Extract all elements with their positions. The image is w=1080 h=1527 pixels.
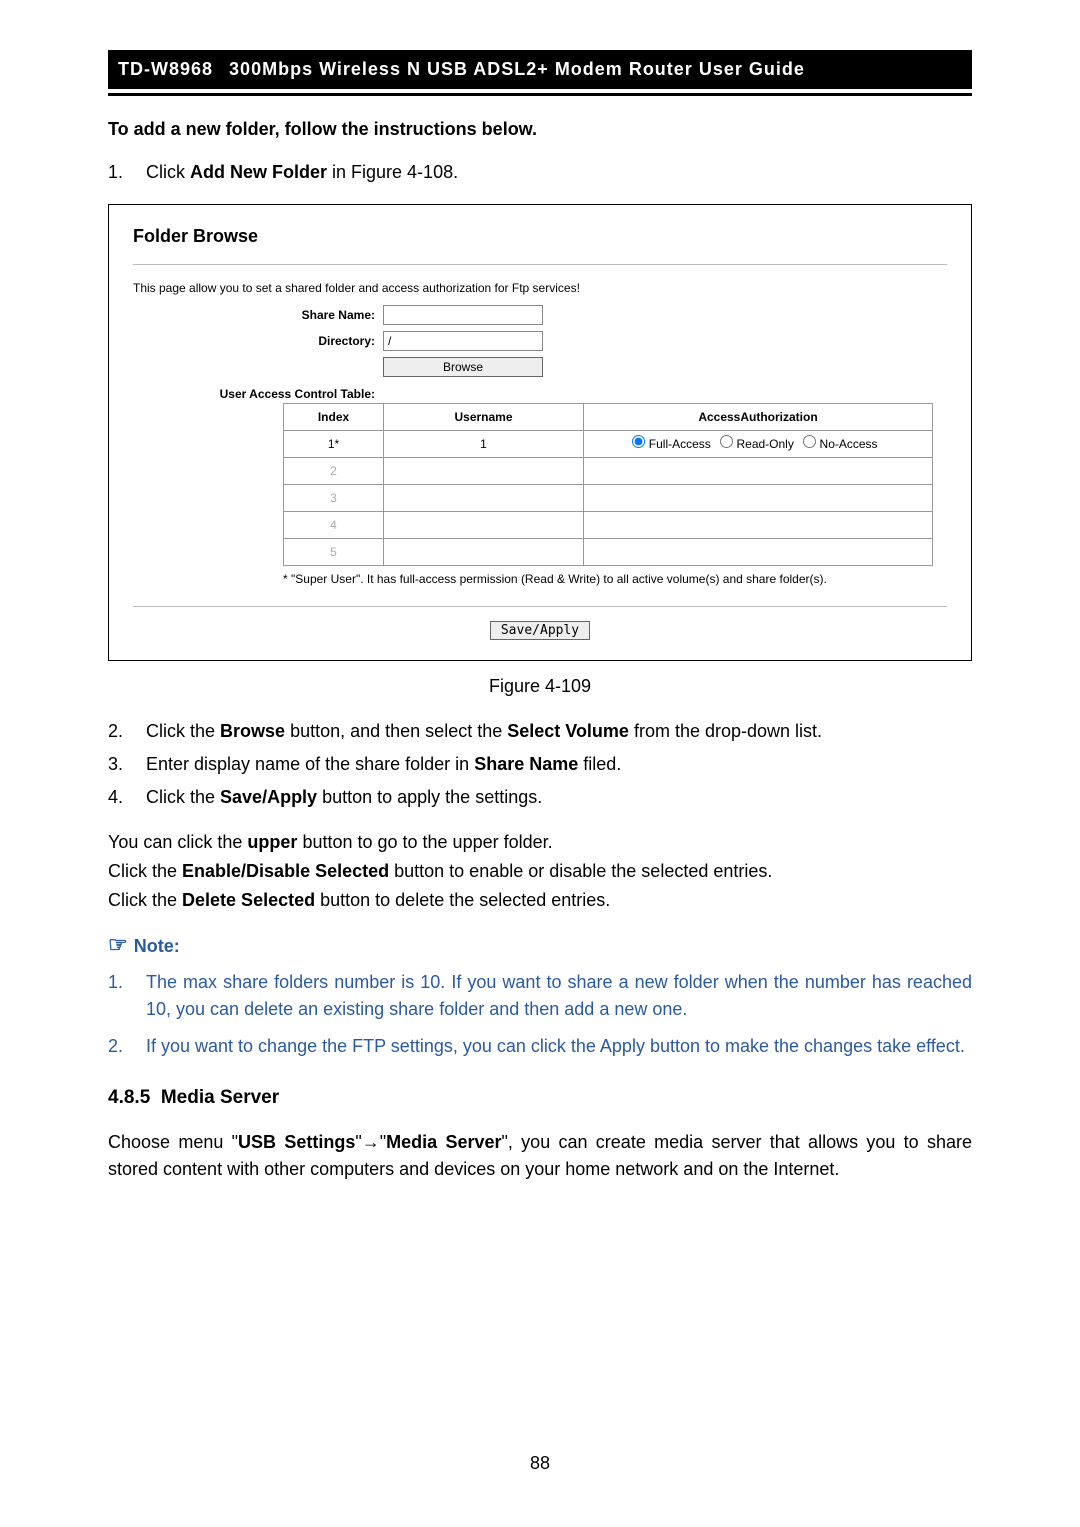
- figure-title: Folder Browse: [133, 223, 947, 250]
- note-heading: ☞Note:: [108, 928, 972, 961]
- share-name-label: Share Name:: [133, 306, 383, 324]
- step-list-2: 2.Click the Browse button, and then sele…: [108, 718, 972, 811]
- cell-index: 1*: [284, 431, 384, 458]
- section-paragraph: Choose menu "USB Settings"→"Media Server…: [108, 1129, 972, 1183]
- cell-access: [584, 539, 933, 566]
- step-2: 2.Click the Browse button, and then sele…: [108, 718, 972, 745]
- figure-folder-browse: Folder Browse This page allow you to set…: [108, 204, 972, 661]
- cell-index: 4: [284, 512, 384, 539]
- hand-icon: ☞: [108, 932, 128, 957]
- radio-no-access[interactable]: No-Access: [803, 437, 877, 451]
- page-number: 88: [0, 1450, 1080, 1477]
- cell-username: [384, 458, 584, 485]
- figure-caption: Figure 4-109: [108, 673, 972, 700]
- share-name-input[interactable]: [383, 305, 543, 325]
- cell-index: 5: [284, 539, 384, 566]
- table-row: 5: [284, 539, 933, 566]
- directory-input[interactable]: [383, 331, 543, 351]
- directory-row: Directory:: [133, 331, 947, 351]
- cell-username: [384, 512, 584, 539]
- step-1: 1.Click Add New Folder in Figure 4-108.: [108, 159, 972, 186]
- header-title: 300Mbps Wireless N USB ADSL2+ Modem Rout…: [229, 59, 805, 79]
- cell-access: [584, 512, 933, 539]
- document-header: TD-W8968 300Mbps Wireless N USB ADSL2+ M…: [108, 50, 972, 89]
- cell-index: 3: [284, 485, 384, 512]
- browse-button[interactable]: Browse: [383, 357, 543, 377]
- body-line-delete: Click the Delete Selected button to dele…: [108, 887, 972, 914]
- table-header-row: Index Username AccessAuthorization: [284, 404, 933, 431]
- save-apply-button[interactable]: Save/Apply: [490, 621, 590, 640]
- col-username: Username: [384, 404, 584, 431]
- note-2: 2.If you want to change the FTP settings…: [108, 1033, 972, 1060]
- browse-row: Browse: [133, 357, 947, 377]
- uact-label: User Access Control Table:: [133, 385, 383, 403]
- save-apply-row: Save/Apply: [133, 621, 947, 640]
- cell-index: 2: [284, 458, 384, 485]
- col-access: AccessAuthorization: [584, 404, 933, 431]
- step-3: 3.Enter display name of the share folder…: [108, 751, 972, 778]
- table-row: 3: [284, 485, 933, 512]
- cell-username: 1: [384, 431, 584, 458]
- cell-access: [584, 458, 933, 485]
- section-heading: 4.8.5 Media Server: [108, 1084, 972, 1113]
- body-line-upper: You can click the upper button to go to …: [108, 829, 972, 856]
- user-access-table: Index Username AccessAuthorization 1* 1 …: [283, 403, 933, 566]
- note-list: 1.The max share folders number is 10. If…: [108, 969, 972, 1060]
- table-footnote: * "Super User". It has full-access permi…: [283, 570, 947, 588]
- step-list-1: 1.Click Add New Folder in Figure 4-108.: [108, 159, 972, 186]
- header-model: TD-W8968: [118, 59, 213, 79]
- directory-label: Directory:: [133, 332, 383, 350]
- figure-divider: [133, 264, 947, 265]
- radio-read-only[interactable]: Read-Only: [720, 437, 794, 451]
- body-line-enable-disable: Click the Enable/Disable Selected button…: [108, 858, 972, 885]
- intro-text: To add a new folder, follow the instruct…: [108, 116, 972, 143]
- share-name-row: Share Name:: [133, 305, 947, 325]
- cell-username: [384, 485, 584, 512]
- figure-divider-bottom: [133, 606, 947, 607]
- table-row: 2: [284, 458, 933, 485]
- cell-access: [584, 485, 933, 512]
- figure-description: This page allow you to set a shared fold…: [133, 279, 947, 297]
- cell-username: [384, 539, 584, 566]
- note-1: 1.The max share folders number is 10. If…: [108, 969, 972, 1023]
- cell-access: Full-Access Read-Only No-Access: [584, 431, 933, 458]
- col-index: Index: [284, 404, 384, 431]
- header-rule: [108, 93, 972, 96]
- table-row: 4: [284, 512, 933, 539]
- radio-full-access[interactable]: Full-Access: [632, 437, 710, 451]
- table-row: 1* 1 Full-Access Read-Only No-Access: [284, 431, 933, 458]
- step-4: 4.Click the Save/Apply button to apply t…: [108, 784, 972, 811]
